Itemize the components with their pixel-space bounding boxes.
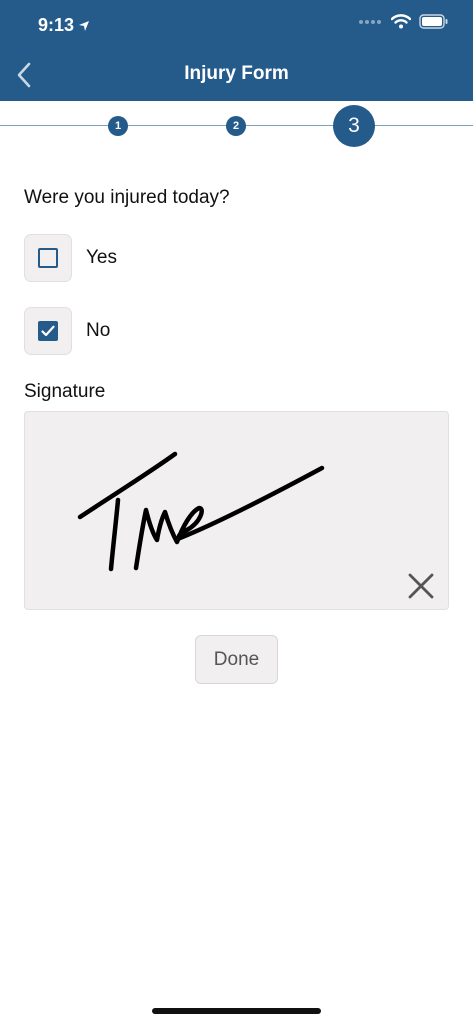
checkmark-icon: [41, 325, 55, 337]
step-2[interactable]: 2: [226, 116, 246, 136]
close-icon: [408, 573, 434, 599]
option-yes[interactable]: Yes: [24, 234, 117, 282]
page-title: Injury Form: [184, 63, 289, 84]
option-yes-label: Yes: [86, 247, 117, 268]
battery-icon: [419, 14, 448, 29]
clear-signature-button[interactable]: [406, 571, 436, 601]
step-3-current[interactable]: 3: [333, 105, 375, 147]
done-button[interactable]: Done: [195, 635, 278, 684]
checkbox-yes-container[interactable]: [24, 234, 72, 282]
header-bar: 9:13 Injury Form: [0, 0, 473, 101]
checkbox-no-container[interactable]: [24, 307, 72, 355]
status-icons: [359, 14, 449, 29]
status-time: 9:13: [38, 15, 90, 36]
injury-question: Were you injured today?: [24, 187, 230, 208]
location-arrow-icon: [79, 20, 90, 31]
step-progress: 1 2 3: [0, 101, 473, 151]
step-1[interactable]: 1: [108, 116, 128, 136]
signature-drawing: [77, 451, 325, 572]
option-no-label: No: [86, 320, 111, 341]
signature-label: Signature: [24, 381, 106, 402]
signal-dots-icon: [359, 19, 381, 24]
wifi-icon: [391, 14, 411, 29]
status-time-label: 9:13: [38, 15, 75, 35]
home-indicator[interactable]: [152, 1008, 321, 1014]
option-no[interactable]: No: [24, 307, 110, 355]
signature-pad[interactable]: [24, 411, 449, 610]
checkbox-no[interactable]: [38, 321, 58, 341]
checkbox-yes[interactable]: [38, 248, 58, 268]
